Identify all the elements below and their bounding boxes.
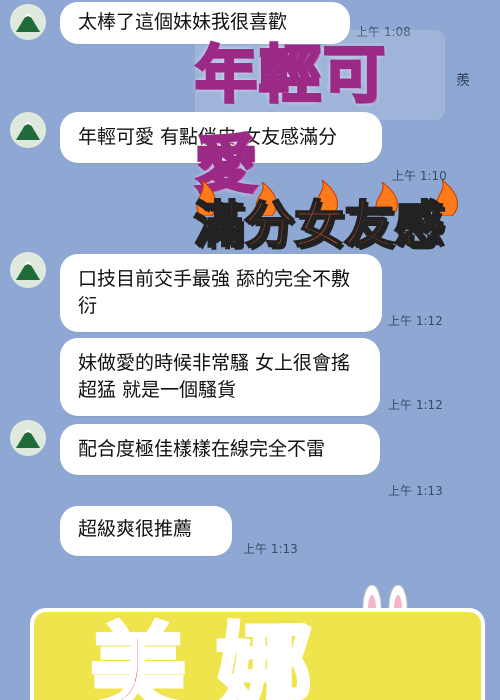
message-time: 上午 1:12 [388, 398, 443, 412]
sticker-full-girlfriend: 滿分女友感 [190, 180, 480, 260]
message-text: 妹做愛的時候非常騷 女上很會搖超猛 就是一個騷貨 [78, 352, 351, 401]
sticker-young-cute: 年輕可愛 [193, 30, 445, 203]
avatar[interactable] [10, 4, 46, 40]
avatar[interactable] [10, 420, 46, 456]
sticker-full-girlfriend-text: 滿分女友感 [193, 195, 445, 255]
sticker-young-cute-text: 年輕可愛 [193, 37, 388, 203]
message-text: 口技目前交手最強 舔的完全不敷衍 [78, 268, 351, 317]
sticker-side-text: 羨 [456, 73, 470, 89]
message-bubble[interactable]: 配合度極佳樣樣在線完全不雷 [60, 424, 380, 475]
message-time: 上午 1:13 [243, 542, 298, 556]
message-text: 超級爽很推薦 [78, 518, 193, 540]
chat-view: 太棒了這個妹妹我很喜歡 上午 1:08 年輕可愛 有點俏皮 女友感滿分 上午 1… [0, 0, 500, 700]
message-time: 上午 1:13 [388, 484, 443, 498]
avatar[interactable] [10, 112, 46, 148]
message-time: 上午 1:12 [388, 314, 443, 328]
message-bubble[interactable]: 口技目前交手最強 舔的完全不敷衍 [60, 254, 382, 332]
bottom-banner: 美娜 [30, 600, 485, 700]
banner-text: 美娜 [88, 612, 342, 700]
message-text: 配合度極佳樣樣在線完全不雷 [78, 438, 326, 460]
message-bubble[interactable]: 妹做愛的時候非常騷 女上很會搖超猛 就是一個騷貨 [60, 338, 380, 416]
avatar[interactable] [10, 252, 46, 288]
message-bubble[interactable]: 超級爽很推薦 [60, 506, 232, 556]
